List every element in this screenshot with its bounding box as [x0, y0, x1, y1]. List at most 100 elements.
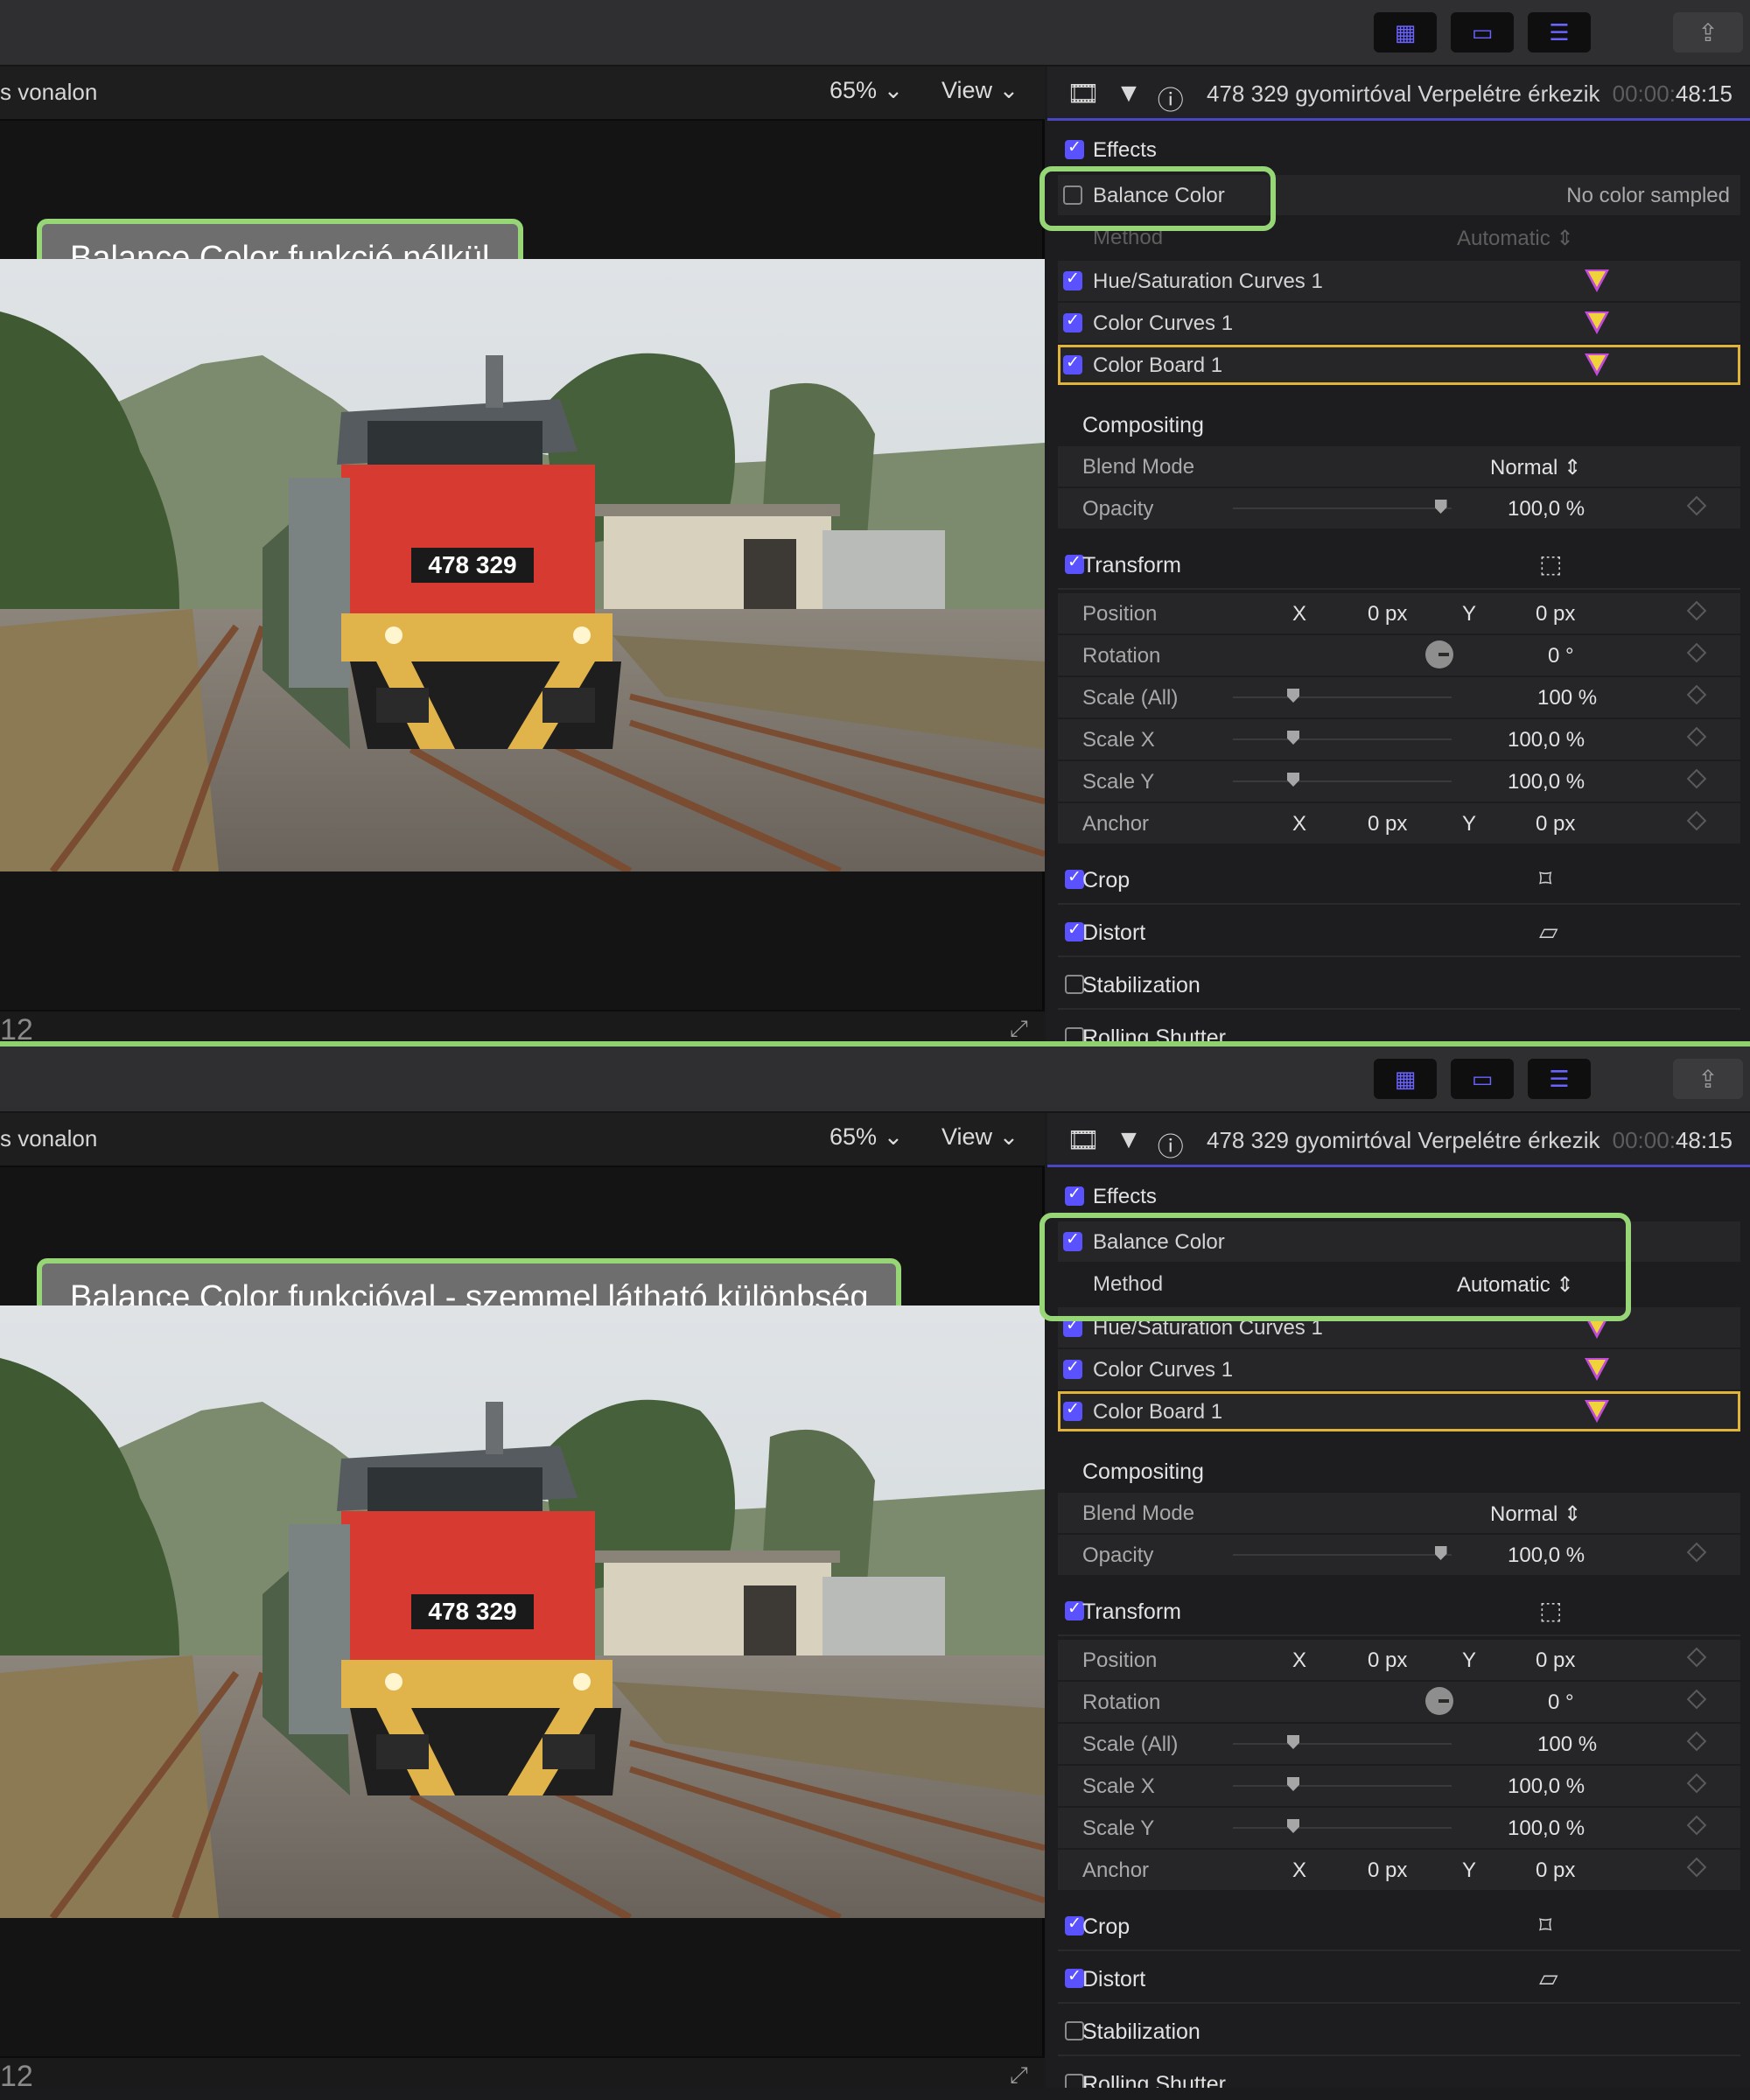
keyframe-diamond-icon[interactable]	[1686, 600, 1707, 621]
position-x-value[interactable]: 0 px	[1368, 1648, 1407, 1673]
keyframe-diamond-icon[interactable]	[1686, 1857, 1707, 1878]
effect-row-color-curves[interactable]: Color Curves 1	[1058, 1349, 1740, 1390]
scale-x-value[interactable]: 100,0 %	[1508, 1774, 1585, 1799]
position-y-value[interactable]: 0 px	[1536, 1648, 1575, 1673]
keyframe-diamond-icon[interactable]	[1686, 642, 1707, 663]
color-board-checkbox[interactable]	[1063, 1399, 1082, 1421]
scale-x-slider-knob[interactable]	[1287, 1777, 1299, 1791]
position-x-value[interactable]: 0 px	[1368, 602, 1407, 626]
scale-all-value[interactable]: 100 %	[1537, 1732, 1597, 1757]
blend-mode-value[interactable]: Normal ⇕	[1490, 1502, 1581, 1527]
keyframe-diamond-icon[interactable]	[1686, 768, 1707, 789]
keyframe-diamond-icon[interactable]	[1686, 1773, 1707, 1794]
color-board-checkbox[interactable]	[1063, 353, 1082, 374]
keyframe-diamond-icon[interactable]	[1686, 1542, 1707, 1563]
anchor-x-value[interactable]: 0 px	[1368, 1858, 1407, 1883]
zoom-menu[interactable]: 65% ⌄	[830, 77, 903, 104]
scale-x-row[interactable]: Scale X 100,0 %	[1058, 719, 1740, 760]
scale-x-slider-knob[interactable]	[1287, 731, 1299, 745]
transform-checkbox[interactable]	[1065, 1599, 1084, 1620]
anchor-y-value[interactable]: 0 px	[1536, 812, 1575, 836]
color-curves-checkbox[interactable]	[1063, 1357, 1082, 1379]
blend-mode-row[interactable]: Blend Mode Normal ⇕	[1058, 446, 1740, 486]
fullscreen-icon[interactable]: ⤢	[1010, 1017, 1032, 1040]
keyframe-diamond-icon[interactable]	[1686, 1731, 1707, 1752]
blend-mode-value[interactable]: Normal ⇕	[1490, 455, 1581, 480]
filmstrip-icon[interactable]: ▭	[1451, 12, 1514, 52]
hue-sat-checkbox[interactable]	[1063, 269, 1082, 290]
anchor-row[interactable]: Anchor X 0 px Y 0 px	[1058, 803, 1740, 844]
scale-x-value[interactable]: 100,0 %	[1508, 728, 1585, 752]
rotation-row[interactable]: Rotation 0 °	[1058, 635, 1740, 676]
scale-all-row[interactable]: Scale (All) 100 %	[1058, 677, 1740, 718]
opacity-row[interactable]: Opacity 100,0 %	[1058, 488, 1740, 528]
rolling-shutter-checkbox[interactable]	[1065, 2074, 1084, 2088]
keyframe-diamond-icon[interactable]	[1686, 810, 1707, 831]
color-wheel-icon[interactable]	[1585, 354, 1609, 376]
opacity-slider-knob[interactable]	[1434, 1546, 1447, 1560]
rotation-dial[interactable]	[1425, 640, 1453, 668]
film-icon[interactable]: 🎞	[1067, 79, 1100, 117]
sliders-icon[interactable]: ☰	[1528, 12, 1591, 52]
color-wheel-icon[interactable]	[1585, 1358, 1609, 1381]
effects-checkbox[interactable]	[1065, 1184, 1084, 1206]
rotation-dial[interactable]	[1425, 1687, 1453, 1715]
scale-x-slider[interactable]	[1233, 731, 1452, 745]
color-icon[interactable]: ▼	[1116, 1125, 1142, 1164]
anchor-row[interactable]: Anchor X 0 px Y 0 px	[1058, 1850, 1740, 1890]
rotation-value[interactable]: 0 °	[1548, 644, 1574, 668]
scale-y-value[interactable]: 100,0 %	[1508, 770, 1585, 794]
effect-row-color-curves[interactable]: Color Curves 1	[1058, 303, 1740, 343]
crop-checkbox[interactable]	[1065, 867, 1084, 889]
keyframe-diamond-icon[interactable]	[1686, 1689, 1707, 1710]
distort-checkbox[interactable]	[1065, 920, 1084, 942]
distort-onscreen-icon[interactable]: ▱	[1539, 1964, 1558, 1992]
keyframe-diamond-icon[interactable]	[1686, 1647, 1707, 1668]
effect-row-hue-sat[interactable]: Hue/Saturation Curves 1	[1058, 261, 1740, 301]
position-y-value[interactable]: 0 px	[1536, 602, 1575, 626]
share-icon[interactable]: ⇪	[1673, 12, 1743, 52]
anchor-x-value[interactable]: 0 px	[1368, 812, 1407, 836]
scale-y-slider-knob[interactable]	[1287, 1819, 1299, 1833]
keyframe-diamond-icon[interactable]	[1686, 495, 1707, 516]
filmstrip-icon[interactable]: ▭	[1451, 1059, 1514, 1099]
rotation-row[interactable]: Rotation 0 °	[1058, 1682, 1740, 1722]
fullscreen-icon[interactable]: ⤢	[1010, 2063, 1032, 2086]
color-curves-checkbox[interactable]	[1063, 311, 1082, 332]
rotation-value[interactable]: 0 °	[1548, 1690, 1574, 1715]
scale-all-row[interactable]: Scale (All) 100 %	[1058, 1724, 1740, 1764]
opacity-row[interactable]: Opacity 100,0 %	[1058, 1535, 1740, 1575]
info-icon[interactable]: ⓘ	[1158, 79, 1184, 117]
scale-y-value[interactable]: 100,0 %	[1508, 1816, 1585, 1841]
effect-row-color-board[interactable]: Color Board 1	[1058, 1391, 1740, 1432]
opacity-slider[interactable]	[1233, 1546, 1452, 1560]
distort-onscreen-icon[interactable]: ▱	[1539, 917, 1558, 946]
method-value[interactable]: Automatic ⇕	[1457, 226, 1574, 251]
position-row[interactable]: Position X 0 px Y 0 px	[1058, 1640, 1740, 1680]
color-wheel-icon[interactable]	[1585, 1400, 1609, 1423]
anchor-y-value[interactable]: 0 px	[1536, 1858, 1575, 1883]
transform-onscreen-icon[interactable]: ⬚	[1539, 1596, 1562, 1625]
keyframe-diamond-icon[interactable]	[1686, 1815, 1707, 1836]
effects-checkbox[interactable]	[1065, 137, 1084, 159]
scale-all-value[interactable]: 100 %	[1537, 686, 1597, 710]
scale-x-row[interactable]: Scale X 100,0 %	[1058, 1766, 1740, 1806]
scale-all-slider[interactable]	[1233, 1735, 1452, 1749]
view-menu[interactable]: View ⌄	[942, 77, 1018, 104]
scale-y-row[interactable]: Scale Y 100,0 %	[1058, 761, 1740, 802]
blend-mode-row[interactable]: Blend Mode Normal ⇕	[1058, 1493, 1740, 1533]
view-menu[interactable]: View ⌄	[942, 1124, 1018, 1151]
stabilization-checkbox[interactable]	[1065, 975, 1084, 994]
scale-y-slider[interactable]	[1233, 1819, 1452, 1833]
effect-row-color-board[interactable]: Color Board 1	[1058, 345, 1740, 385]
keyframe-diamond-icon[interactable]	[1686, 684, 1707, 705]
scale-y-slider-knob[interactable]	[1287, 773, 1299, 787]
distort-checkbox[interactable]	[1065, 1966, 1084, 1988]
scale-y-row[interactable]: Scale Y 100,0 %	[1058, 1808, 1740, 1848]
crop-checkbox[interactable]	[1065, 1914, 1084, 1936]
grid-icon[interactable]: ▦	[1374, 1059, 1437, 1099]
color-icon[interactable]: ▼	[1116, 79, 1142, 117]
opacity-slider-knob[interactable]	[1434, 500, 1447, 514]
opacity-slider[interactable]	[1233, 500, 1452, 514]
scale-all-slider-knob[interactable]	[1287, 689, 1299, 703]
